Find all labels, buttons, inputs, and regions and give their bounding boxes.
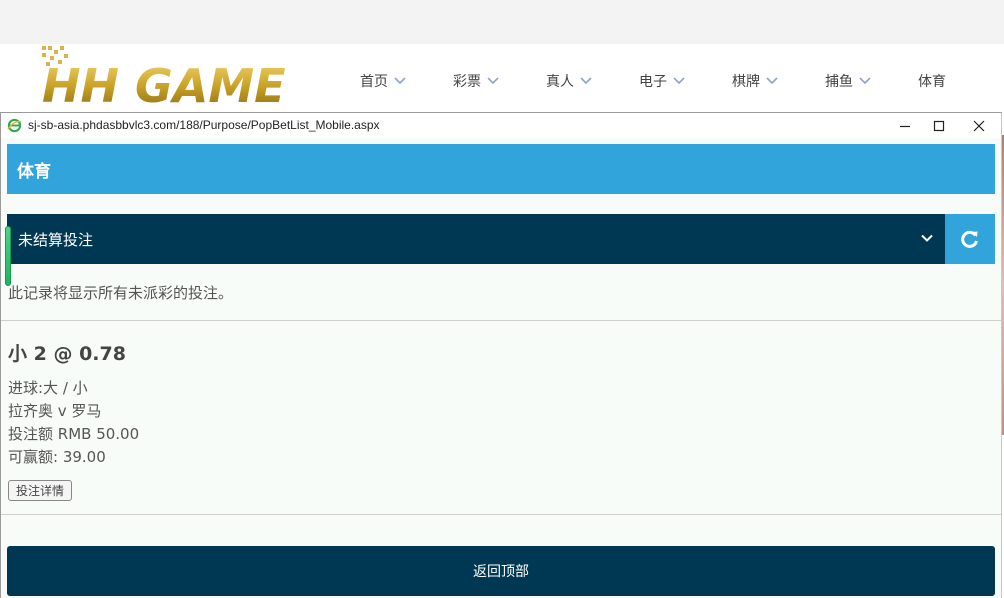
bet-status-select[interactable]: 未结算投注 [7,214,945,264]
close-icon [973,120,985,131]
chevron-down-icon [487,77,499,85]
nav-item-slots[interactable]: 电子 [639,71,685,91]
chevron-down-icon [766,77,778,85]
nav-item-fishing[interactable]: 捕鱼 [825,71,871,91]
site-top-bar [0,0,1004,44]
site-nav: 首页 彩票 真人 电子 棋牌 捕鱼 体育 [360,44,946,118]
minimize-icon [900,125,910,127]
divider [1,320,1001,321]
site-logo[interactable]: HH GAME [38,44,308,114]
bet-selection-title: 小 2 @ 0.78 [8,343,126,365]
nav-item-sports[interactable]: 体育 [918,71,946,91]
chevron-down-icon [673,77,685,85]
logo-text: HH GAME [42,59,286,113]
refresh-button[interactable] [945,214,995,264]
maximize-button[interactable] [919,113,959,138]
nav-item-cards[interactable]: 棋牌 [732,71,778,91]
drag-handle[interactable] [5,226,11,286]
chevron-down-icon [921,234,933,242]
sport-header: 体育 [7,144,995,194]
bet-market: 进球:大 / 小 [8,379,88,397]
nav-label: 捕鱼 [825,74,853,90]
bet-status-label: 未结算投注 [18,230,94,249]
maximize-icon [933,120,945,131]
nav-label: 电子 [639,74,667,90]
chevron-down-icon [394,77,406,85]
chevron-down-icon [580,77,592,85]
close-button[interactable] [959,113,999,138]
chevron-down-icon [859,77,871,85]
refresh-icon [961,230,978,248]
nav-item-live[interactable]: 真人 [546,71,592,91]
nav-label: 彩票 [453,74,481,90]
nav-label: 棋牌 [732,74,760,90]
ie-icon [7,118,22,133]
nav-label: 真人 [546,74,574,90]
back-to-top-button[interactable]: 返回顶部 [7,546,995,596]
bet-detail-button[interactable]: 投注详情 [8,480,73,501]
divider [1,514,1001,515]
notice-text: 此记录将显示所有未派彩的投注。 [8,284,234,302]
popup-window: sj-sb-asia.phdasbbvlc3.com/188/Purpose/P… [0,112,1002,598]
nav-label: 首页 [360,74,388,90]
window-url: sj-sb-asia.phdasbbvlc3.com/188/Purpose/P… [28,118,380,132]
bet-stake: 投注额 RMB 50.00 [8,425,140,443]
bet-match: 拉齐奥 v 罗马 [8,402,102,420]
bet-potential-win: 可赢额: 39.00 [8,448,106,466]
window-titlebar[interactable]: sj-sb-asia.phdasbbvlc3.com/188/Purpose/P… [1,113,1001,138]
popup-content: 体育 未结算投注 此记录将显示所有未派彩的投注。 小 2 @ 0.78 进球:大… [1,138,1001,598]
nav-label: 体育 [918,74,946,90]
nav-item-home[interactable]: 首页 [360,71,406,91]
nav-item-lottery[interactable]: 彩票 [453,71,499,91]
